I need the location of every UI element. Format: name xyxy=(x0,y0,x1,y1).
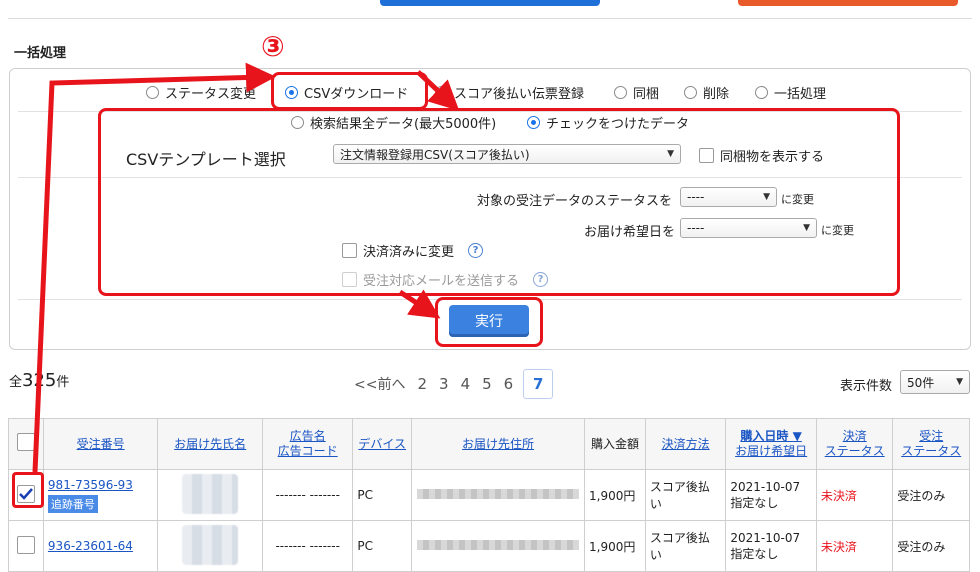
arrow-csv-to-settings xyxy=(416,70,460,111)
arrow-from-checkbox-to-csv xyxy=(32,62,276,473)
arrow-settings-to-execute xyxy=(398,289,441,319)
annotation-arrows xyxy=(32,62,460,473)
